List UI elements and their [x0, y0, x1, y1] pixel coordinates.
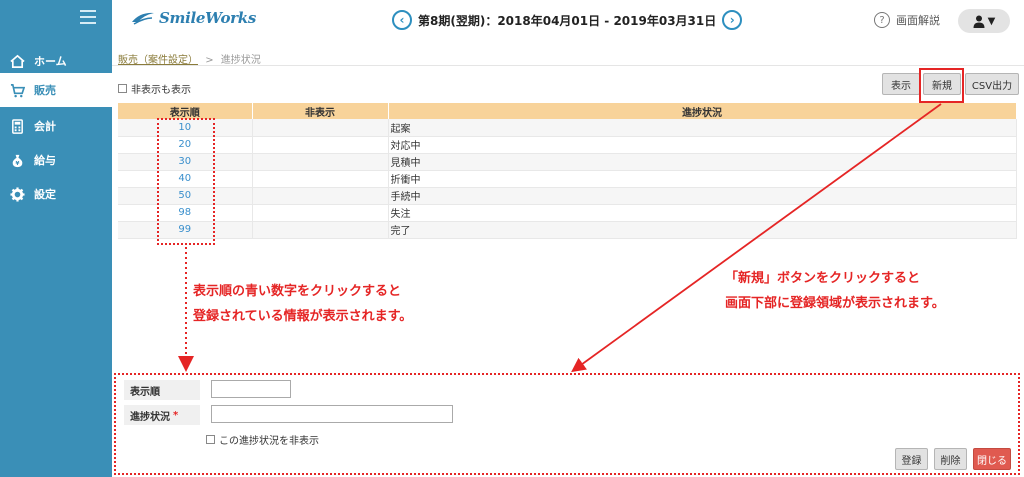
checkbox-icon [118, 84, 127, 93]
annotation-right-line2: 画面下部に登録領域が表示されます。 [725, 296, 945, 311]
chevron-down-icon: ▼ [987, 15, 996, 27]
close-button[interactable]: 閉じる [973, 448, 1011, 470]
help-button[interactable]: ? 画面解説 [874, 12, 940, 28]
logo-text: SmileWorks [159, 9, 257, 27]
column-header-status[interactable]: 進捗状況 [388, 103, 1017, 119]
column-header-hidden[interactable]: 非表示 [252, 103, 389, 119]
sidebar: ホーム 販売 会計 ¥ 給与 設定 [0, 0, 112, 477]
sidebar-item-settings[interactable]: 設定 [0, 177, 112, 211]
status-label: 進捗状況 * [124, 405, 200, 425]
money-bag-icon: ¥ [0, 153, 34, 168]
register-button[interactable]: 登録 [895, 448, 928, 470]
sidebar-item-sales[interactable]: 販売 [0, 73, 112, 107]
registration-form: 表示順 進捗状況 * この進捗状況を非表示 登録 削除 閉じる [114, 373, 1020, 475]
svg-text:¥: ¥ [15, 161, 19, 167]
hidden-cell [252, 187, 389, 205]
prev-period-button[interactable]: ‹ [392, 10, 412, 30]
table-row: 98 失注 [118, 204, 1017, 222]
status-label-text: 進捗状況 [130, 411, 170, 423]
progress-status-table: 表示順 非表示 進捗状況 10 起案 20 対応中 30 見積中 40 折衝中 50 手続… [118, 103, 1017, 239]
user-menu-button[interactable]: ▼ [958, 9, 1010, 33]
divider [112, 65, 1024, 66]
question-icon: ? [874, 12, 890, 28]
period-selector: ‹ 第8期(翌期)：2018年04月01日 - 2019年03月31日 › [392, 10, 743, 30]
next-period-button[interactable]: › [722, 10, 743, 30]
table-row: 10 起案 [118, 119, 1017, 137]
order-input[interactable] [211, 380, 291, 398]
sidebar-item-label: 設定 [34, 188, 56, 201]
required-mark: * [173, 409, 179, 421]
header: SmileWorks ‹ 第8期(翌期)：2018年04月01日 - 2019年… [112, 0, 1024, 42]
display-button[interactable]: 表示 [882, 73, 920, 95]
table-header-row: 表示順 非表示 進捗状況 [118, 103, 1017, 119]
status-cell: 完了 [388, 221, 1017, 239]
order-label-text: 表示順 [130, 386, 160, 398]
hide-status-checkbox[interactable]: この進捗状況を非表示 [206, 432, 319, 447]
annotation-right: 「新規」ボタンをクリックすると 画面下部に登録領域が表示されます。 [725, 266, 945, 316]
show-hidden-checkbox[interactable]: 非表示も表示 [118, 81, 191, 96]
sidebar-item-payroll[interactable]: ¥ 給与 [0, 143, 112, 177]
hidden-cell [252, 119, 389, 137]
logo-swoosh-icon [132, 12, 154, 25]
table-row: 40 折衝中 [118, 170, 1017, 188]
csv-export-button[interactable]: CSV出力 [965, 73, 1019, 95]
sidebar-item-label: ホーム [34, 55, 67, 68]
status-cell: 対応中 [388, 136, 1017, 154]
status-cell: 手続中 [388, 187, 1017, 205]
show-hidden-label: 非表示も表示 [131, 85, 191, 96]
order-column-highlight [157, 118, 215, 245]
order-label: 表示順 [124, 380, 200, 400]
sidebar-item-label: 給与 [34, 154, 56, 167]
sidebar-item-label: 会計 [34, 120, 56, 133]
hidden-cell [252, 136, 389, 154]
period-text: 第8期(翌期)：2018年04月01日 - 2019年03月31日 [418, 13, 717, 28]
table-row: 99 完了 [118, 221, 1017, 239]
checkbox-icon [206, 435, 215, 444]
user-icon [973, 15, 985, 28]
calculator-icon [0, 118, 34, 134]
sidebar-item-accounting[interactable]: 会計 [0, 109, 112, 143]
status-cell: 見積中 [388, 153, 1017, 171]
status-cell: 起案 [388, 119, 1017, 137]
logo: SmileWorks [130, 9, 256, 27]
hidden-cell [252, 153, 389, 171]
table-row: 30 見積中 [118, 153, 1017, 171]
hide-status-label: この進捗状況を非表示 [219, 436, 319, 447]
home-icon [0, 54, 34, 69]
help-label: 画面解説 [896, 14, 940, 27]
status-cell: 折衝中 [388, 170, 1017, 188]
breadcrumb: 販売（案件設定） > 進捗状況 [118, 51, 261, 66]
column-header-order[interactable]: 表示順 [118, 103, 253, 119]
annotation-left-line2: 登録されている情報が表示されます。 [193, 309, 413, 324]
hidden-cell [252, 204, 389, 222]
hidden-cell [252, 221, 389, 239]
cart-icon [0, 83, 34, 98]
status-cell: 失注 [388, 204, 1017, 222]
hidden-cell [252, 170, 389, 188]
delete-button[interactable]: 削除 [934, 448, 967, 470]
annotation-left-line1: 表示順の青い数字をクリックすると [193, 284, 402, 299]
table-row: 20 対応中 [118, 136, 1017, 154]
new-button-highlight [919, 68, 964, 103]
menu-icon[interactable] [80, 10, 96, 24]
annotation-left: 表示順の青い数字をクリックすると 登録されている情報が表示されます。 [193, 279, 412, 329]
annotation-right-line1: 「新規」ボタンをクリックすると [725, 271, 921, 286]
status-input[interactable] [211, 405, 453, 423]
sidebar-item-label: 販売 [34, 84, 56, 97]
gear-icon [0, 186, 34, 202]
table-row: 50 手続中 [118, 187, 1017, 205]
